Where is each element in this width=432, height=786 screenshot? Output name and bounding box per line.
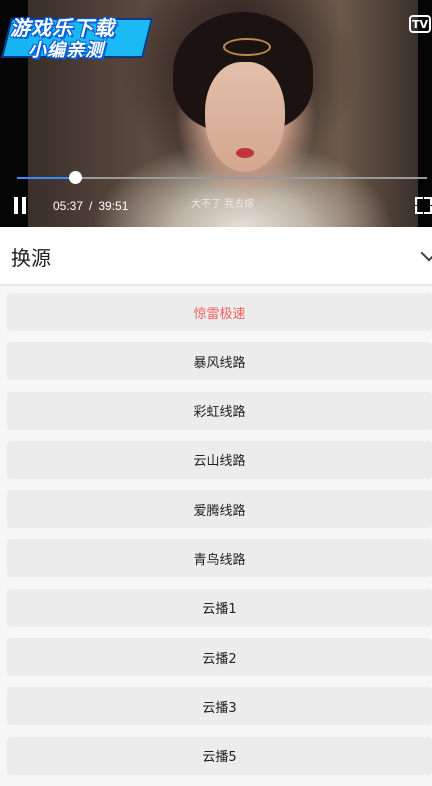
pause-icon-bar [22, 197, 26, 214]
source-item[interactable]: 云山线路 [7, 440, 432, 479]
progress-thumb[interactable] [68, 171, 82, 184]
source-item-label: 暴风线路 [193, 355, 246, 371]
time-separator: / [89, 199, 93, 213]
total-time: 39:51 [98, 199, 129, 213]
pause-button[interactable] [12, 197, 30, 215]
progress-bar[interactable] [17, 171, 427, 184]
pause-icon [14, 197, 18, 214]
chevron-down-icon[interactable] [420, 244, 432, 262]
source-item-label: 彩虹线路 [193, 405, 246, 421]
source-item-label: 云播5 [202, 750, 237, 766]
source-item[interactable]: 惊雷极速 [7, 293, 432, 331]
source-item[interactable]: 云播2 [7, 638, 432, 677]
source-item[interactable]: 云播1 [7, 588, 432, 627]
source-item-label: 云播2 [202, 651, 237, 667]
video-figure-ornament [223, 38, 271, 56]
source-item[interactable]: 青鸟线路 [7, 539, 432, 578]
fullscreen-icon-corner [424, 197, 432, 205]
source-item[interactable]: 云播5 [7, 736, 432, 775]
source-item-label: 爱腾线路 [193, 503, 246, 519]
fullscreen-button[interactable] [414, 196, 432, 214]
video-subtitle: 大不了 我去嫁 [191, 199, 255, 210]
video-figure-lips [236, 148, 254, 158]
source-list: 惊雷极速 暴风线路 彩虹线路 云山线路 爱腾线路 青鸟线路 云播1 云播2 云播… [7, 293, 432, 786]
source-item-label: 惊雷极速 [193, 306, 246, 322]
watermark-line2: 小编亲测 [28, 40, 104, 61]
source-item-label: 云播1 [202, 602, 237, 618]
source-panel-title: 换源 [11, 246, 51, 270]
source-item-label: 青鸟线路 [193, 552, 246, 568]
source-panel-header[interactable]: 换源 [0, 227, 432, 284]
current-time: 05:37 [53, 199, 84, 213]
progress-fill [17, 177, 75, 179]
source-item[interactable]: 彩虹线路 [7, 391, 432, 430]
source-item-label: 云山线路 [193, 454, 246, 470]
fullscreen-icon [415, 197, 423, 205]
time-display: 05:37 / 39:51 [53, 199, 128, 213]
source-item[interactable]: 爱腾线路 [7, 490, 432, 529]
watermark-logo: 游戏乐下载 小编亲测 [1, 10, 153, 62]
source-item-label: 云播3 [202, 700, 237, 716]
fullscreen-icon-corner [424, 206, 432, 214]
cast-tv-button[interactable]: TV [409, 15, 431, 33]
source-item[interactable]: 云播3 [7, 687, 432, 726]
fullscreen-icon-corner [415, 206, 423, 214]
tv-icon: TV [411, 17, 429, 31]
video-player[interactable]: 游戏乐下载 小编亲测 TV 05:37 / 39:51 大不了 我去嫁 [0, 0, 432, 227]
source-item[interactable]: 暴风线路 [7, 342, 432, 381]
